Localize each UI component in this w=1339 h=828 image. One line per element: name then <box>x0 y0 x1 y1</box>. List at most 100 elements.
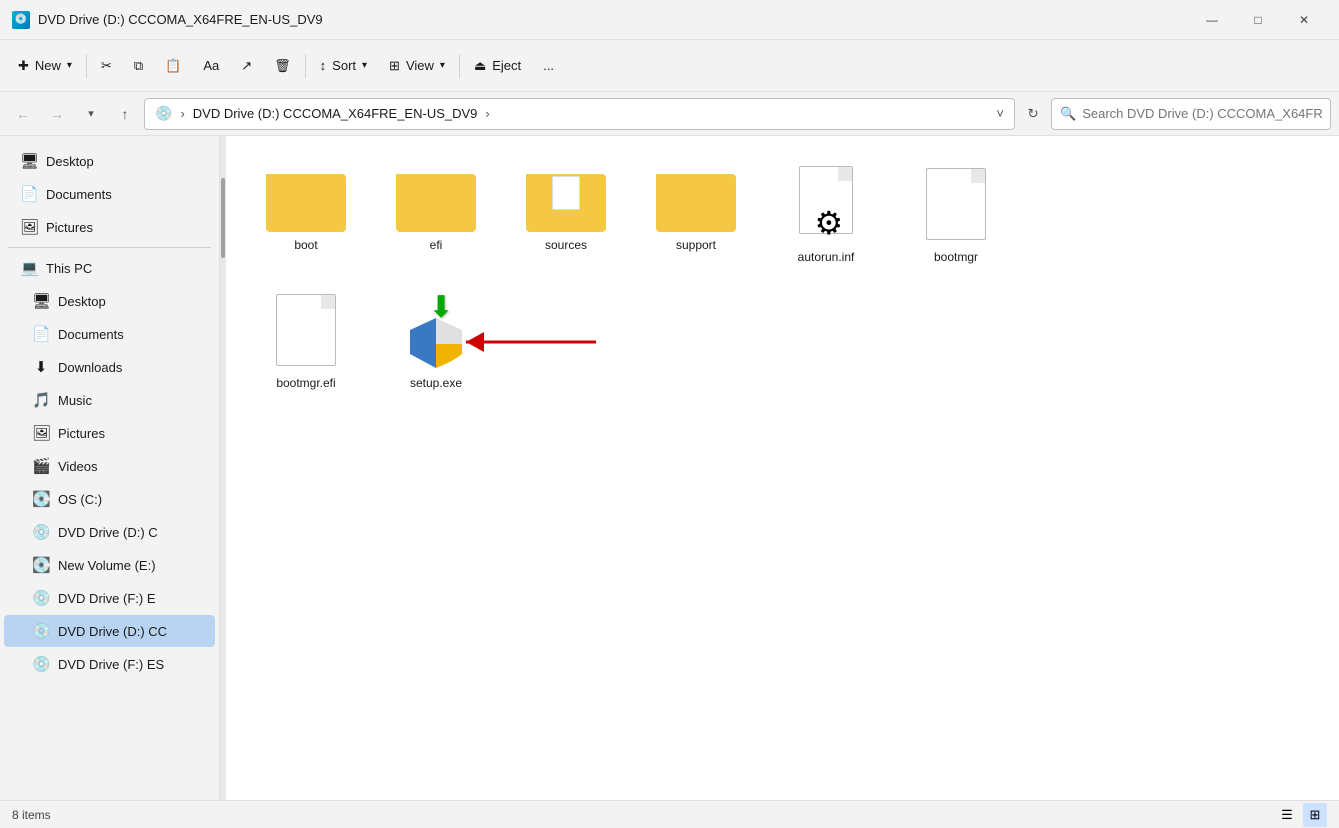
sidebar-label: Documents <box>46 187 112 202</box>
setup-exe-icon: ⬇ <box>396 290 476 370</box>
rename-button[interactable]: Aa <box>193 48 229 84</box>
refresh-button[interactable]: ↻ <box>1019 100 1047 128</box>
sidebar-label: OS (C:) <box>58 492 102 507</box>
new-volume-icon: 💽 <box>32 556 50 574</box>
sidebar-item-dvd-d-active[interactable]: 💿 DVD Drive (D:) CC <box>4 615 215 647</box>
sidebar-item-music-pc[interactable]: 🎵 Music <box>4 384 215 416</box>
pictures-icon: 🖼 <box>20 218 38 236</box>
file-item-efi[interactable]: efi <box>376 156 496 272</box>
folder-icon-boot <box>266 164 346 232</box>
eject-label: Eject <box>492 58 521 73</box>
file-item-boot[interactable]: boot <box>246 156 366 272</box>
sidebar-item-downloads-pc[interactable]: ⬇ Downloads <box>4 351 215 383</box>
up-button[interactable]: ↑ <box>110 99 140 129</box>
inf-icon: ⚙ <box>786 164 866 244</box>
sidebar-item-desktop-quick[interactable]: 🖥 Desktop <box>4 145 215 177</box>
sidebar-item-videos-pc[interactable]: 🎬 Videos <box>4 450 215 482</box>
sidebar-item-documents-pc[interactable]: 📄 Documents <box>4 318 215 350</box>
forward-button[interactable]: → <box>42 99 72 129</box>
window-icon: 💿 <box>12 11 30 29</box>
file-grid: boot efi sources <box>246 156 1319 272</box>
sidebar-item-os-c[interactable]: 💽 OS (C:) <box>4 483 215 515</box>
folder-icon-efi <box>396 164 476 232</box>
back-button[interactable]: ← <box>8 99 38 129</box>
sidebar-label: DVD Drive (D:) C <box>58 525 158 540</box>
this-pc-icon: 💻 <box>20 259 38 277</box>
sidebar-label: Desktop <box>46 154 94 169</box>
file-item-sources[interactable]: sources <box>506 156 626 272</box>
file-name-bootmgr: bootmgr <box>934 250 978 264</box>
desktop-pc-icon: 🖥 <box>32 292 50 310</box>
sidebar-scrollbar-thumb[interactable] <box>221 178 225 258</box>
sidebar-label: DVD Drive (D:) CC <box>58 624 167 639</box>
search-bar[interactable]: 🔍 <box>1051 98 1331 130</box>
share-button[interactable]: ↗ <box>231 48 262 84</box>
sort-icon: ↕ <box>320 58 327 73</box>
view-button[interactable]: ⊞ View ▾ <box>379 48 455 84</box>
sidebar-label: New Volume (E:) <box>58 558 156 573</box>
sidebar-item-pictures-pc[interactable]: 🖼 Pictures <box>4 417 215 449</box>
address-bar[interactable]: 💿 › DVD Drive (D:) CCCOMA_X64FRE_EN-US_D… <box>144 98 1015 130</box>
up-icon: ↑ <box>122 106 129 122</box>
sidebar-item-this-pc[interactable]: 💻 This PC <box>4 252 215 284</box>
file-item-support[interactable]: support <box>636 156 756 272</box>
file-item-setup[interactable]: ⬇ setup.exe <box>376 282 496 398</box>
sidebar-item-pictures-quick[interactable]: 🖼 Pictures <box>4 211 215 243</box>
view-chevron-icon: ▾ <box>440 60 445 71</box>
sort-label: Sort <box>332 58 356 73</box>
sidebar-item-new-volume-e[interactable]: 💽 New Volume (E:) <box>4 549 215 581</box>
dvd-f2-icon: 💿 <box>32 655 50 673</box>
details-view-icon: ☰ <box>1281 807 1293 823</box>
file-name-efi: efi <box>430 238 443 252</box>
search-input[interactable] <box>1082 106 1322 121</box>
new-chevron-icon: ▾ <box>67 60 72 71</box>
copy-button[interactable]: ⧉ <box>124 48 153 84</box>
delete-button[interactable]: 🗑 <box>264 48 301 84</box>
sidebar-item-documents-quick[interactable]: 📄 Documents <box>4 178 215 210</box>
cut-button[interactable]: ✂ <box>91 48 122 84</box>
maximize-button[interactable]: □ <box>1235 4 1281 36</box>
music-icon: 🎵 <box>32 391 50 409</box>
sidebar-label: Pictures <box>46 220 93 235</box>
sidebar-label: Music <box>58 393 92 408</box>
toolbar: ✚ New ▾ ✂ ⧉ 📋 Aa ↗ 🗑 ↕ Sort ▾ ⊞ View ▾ ⏏… <box>0 40 1339 92</box>
address-dropdown-icon[interactable]: ˅ <box>996 106 1004 121</box>
downloads-icon: ⬇ <box>32 358 50 376</box>
file-item-bootmgr-efi[interactable]: bootmgr.efi <box>246 282 366 398</box>
more-button[interactable]: ... <box>533 48 564 84</box>
view-icon: ⊞ <box>389 58 400 74</box>
new-button[interactable]: ✚ New ▾ <box>8 48 82 84</box>
window-title: DVD Drive (D:) CCCOMA_X64FRE_EN-US_DV9 <box>38 12 1189 27</box>
nav-bar: ← → ▾ ↑ 💿 › DVD Drive (D:) CCCOMA_X64FRE… <box>0 92 1339 136</box>
eject-button[interactable]: ⏏ Eject <box>464 48 531 84</box>
paste-icon: 📋 <box>165 58 181 74</box>
status-bar: 8 items ☰ ⊞ <box>0 800 1339 828</box>
minimize-button[interactable]: — <box>1189 4 1235 36</box>
dvd-d-active-icon: 💿 <box>32 622 50 640</box>
dropdown-icon: ▾ <box>88 107 94 120</box>
delete-icon: 🗑 <box>274 58 291 74</box>
copy-icon: ⧉ <box>134 58 143 74</box>
os-icon: 💽 <box>32 490 50 508</box>
file-name-bootmgr-efi: bootmgr.efi <box>276 376 335 390</box>
sidebar-item-dvd-f-2[interactable]: 💿 DVD Drive (F:) ES <box>4 648 215 680</box>
sidebar-item-desktop-pc[interactable]: 🖥 Desktop <box>4 285 215 317</box>
file-name-boot: boot <box>294 238 317 252</box>
paste-button[interactable]: 📋 <box>155 48 191 84</box>
grid-view-button[interactable]: ⊞ <box>1303 803 1327 827</box>
close-button[interactable]: ✕ <box>1281 4 1327 36</box>
dropdown-button[interactable]: ▾ <box>76 99 106 129</box>
desktop-icon: 🖥 <box>20 152 38 170</box>
second-row: bootmgr.efi <box>246 282 1319 398</box>
sidebar-item-dvd-f[interactable]: 💿 DVD Drive (F:) E <box>4 582 215 614</box>
title-bar: 💿 DVD Drive (D:) CCCOMA_X64FRE_EN-US_DV9… <box>0 0 1339 40</box>
toolbar-separator-2 <box>305 54 306 78</box>
file-name-setup: setup.exe <box>410 376 462 390</box>
file-item-autorun[interactable]: ⚙ autorun.inf <box>766 156 886 272</box>
grid-view-icon: ⊞ <box>1310 807 1321 823</box>
sidebar-item-dvd-d[interactable]: 💿 DVD Drive (D:) C <box>4 516 215 548</box>
sort-button[interactable]: ↕ Sort ▾ <box>310 48 377 84</box>
sidebar-label: DVD Drive (F:) ES <box>58 657 164 672</box>
file-item-bootmgr[interactable]: bootmgr <box>896 156 1016 272</box>
details-view-button[interactable]: ☰ <box>1275 803 1299 827</box>
